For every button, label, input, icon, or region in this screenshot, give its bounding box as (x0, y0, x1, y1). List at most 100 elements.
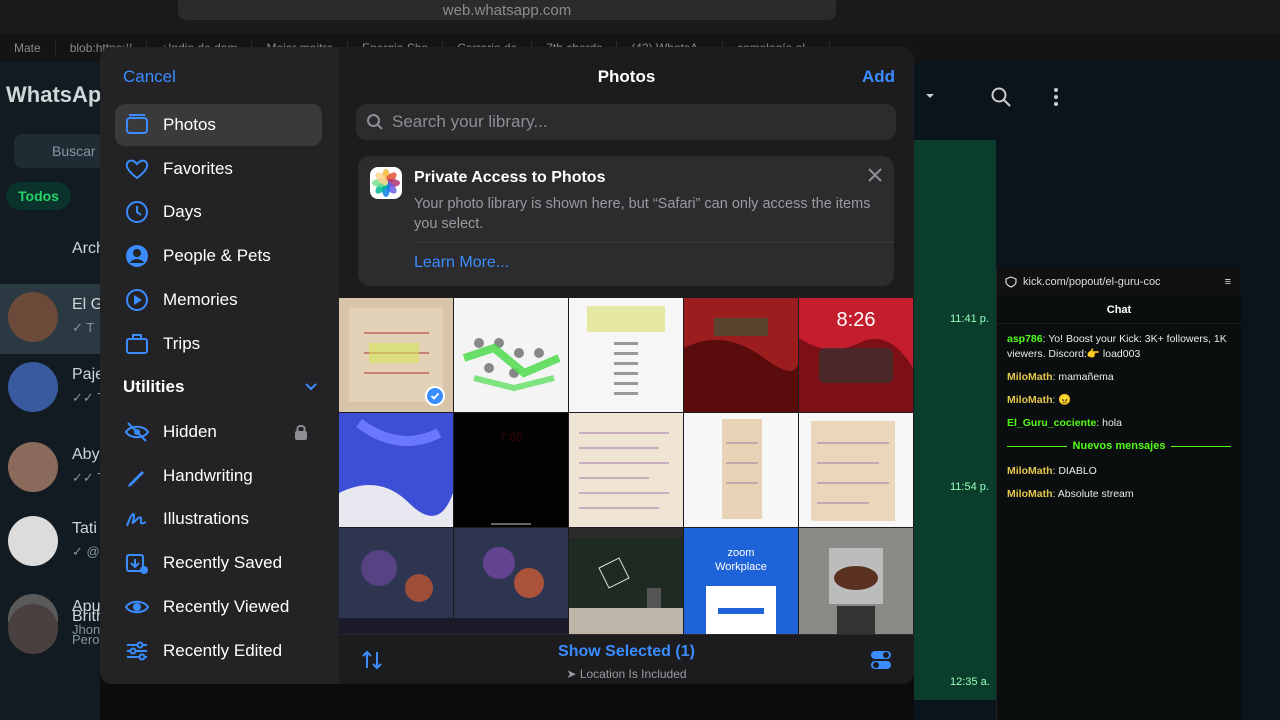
chevron-down-icon (305, 383, 317, 391)
photo-thumbnail[interactable] (684, 413, 798, 527)
sidebar-item-label: Recently Edited (163, 640, 283, 660)
shield-icon (1005, 276, 1017, 288)
sidebar-item-label: Memories (163, 289, 238, 309)
lock-icon (294, 424, 308, 440)
sidebar-item-recently-viewed[interactable]: Recently Viewed (115, 586, 322, 628)
selected-checkmark-icon (425, 386, 445, 406)
sidebar-item-label: Recently Viewed (163, 596, 290, 616)
whatsapp-search[interactable]: Buscar (14, 134, 104, 168)
sidebar-item-recently-edited[interactable]: Recently Edited (115, 630, 322, 672)
sidebar-item-people-pets[interactable]: People & Pets (115, 235, 322, 277)
chat-row[interactable]: Aby ✓✓ T (0, 434, 105, 504)
suitcase-icon (123, 330, 151, 358)
chat-username[interactable]: asp786 (1007, 333, 1043, 345)
avatar (8, 292, 58, 342)
search-icon[interactable] (990, 86, 1012, 108)
sidebar-item-illustrations[interactable]: Illustrations (115, 498, 322, 540)
photo-thumbnail[interactable] (569, 528, 683, 634)
kick-chat-title: Chat (997, 296, 1241, 324)
browser-tab[interactable]: Mate (0, 41, 56, 55)
sidebar-item-hidden[interactable]: Hidden (115, 411, 322, 453)
browser-toolbar: web.whatsapp.com (0, 0, 1280, 34)
chat-preview: ✓ T (72, 320, 95, 335)
photo-thumbnail[interactable] (799, 413, 913, 527)
clock-icon (123, 198, 151, 226)
sidebar-item-memories[interactable]: Memories (115, 279, 322, 321)
photo-thumbnail[interactable] (684, 298, 798, 412)
chat-message: MiloMath: mamañema (1007, 370, 1231, 385)
picker-bottom-bar: Show Selected (1) ➤ Location Is Included (339, 634, 914, 684)
chat-text: : mamañema (1052, 371, 1114, 383)
filter-all-chip[interactable]: Todos (6, 182, 71, 210)
photo-thumbnail[interactable]: zoom Workplace (684, 528, 798, 634)
utilities-header[interactable]: Utilities (123, 377, 318, 397)
menu-icon[interactable]: ≡ (1225, 276, 1241, 288)
kick-messages: asp786: Yo! Boost your Kick: 3K+ followe… (997, 324, 1241, 514)
photo-thumbnail[interactable] (339, 298, 453, 412)
chat-preview: ✓ @ (72, 544, 100, 559)
chat-row[interactable]: Paje ✓✓ T (0, 354, 105, 424)
memories-icon (123, 286, 151, 314)
pencil-icon (123, 462, 151, 490)
lockscreen-clock: 8:26 (837, 309, 876, 331)
location-text: Location Is Included (579, 667, 687, 681)
zoom-title: zoom (728, 547, 755, 559)
message-bubbles: 11:41 p. 11:54 p. 12:35 a. (914, 140, 996, 700)
more-options-icon[interactable] (1049, 86, 1063, 108)
sidebar-item-label: Illustrations (163, 509, 249, 529)
show-selected-button[interactable]: Show Selected (1) (339, 643, 914, 661)
photo-thumbnail[interactable] (454, 528, 568, 634)
search-input[interactable] (392, 112, 882, 132)
picker-sidebar: Cancel Photos Favorites Days People & Pets M… (100, 47, 339, 684)
photo-thumbnail[interactable]: 7:05 (454, 413, 568, 527)
cancel-button[interactable]: Cancel (123, 67, 176, 87)
sidebar-item-label: People & Pets (163, 246, 271, 266)
photos-picker-sheet: Cancel Photos Favorites Days People & Pets M… (100, 47, 914, 684)
photo-thumbnail[interactable] (799, 528, 913, 634)
options-toggle-icon[interactable] (869, 648, 893, 672)
learn-more-link[interactable]: Learn More... (414, 254, 509, 272)
sidebar-item-trips[interactable]: Trips (115, 323, 322, 365)
chat-username[interactable]: MiloMath (1007, 394, 1053, 406)
search-icon (367, 114, 383, 130)
message-time: 11:41 p. (950, 313, 989, 325)
eye-icon (123, 593, 151, 621)
avatar (8, 442, 58, 492)
sidebar-item-recently-saved[interactable]: Recently Saved (115, 542, 322, 584)
search-field[interactable] (356, 104, 896, 140)
message-time: 12:35 a. (950, 676, 990, 688)
photo-thumbnail[interactable] (569, 413, 683, 527)
new-messages-separator: Nuevos mensajes (1007, 439, 1231, 454)
close-icon[interactable] (866, 166, 884, 184)
svg-text:7:05: 7:05 (499, 430, 523, 444)
chevron-down-icon[interactable] (924, 90, 936, 102)
location-status: ➤ Location Is Included (566, 667, 687, 681)
sidebar-item-favorites[interactable]: Favorites (115, 148, 322, 190)
avatar (8, 604, 58, 654)
photo-thumbnail[interactable] (339, 413, 453, 527)
chat-text: : hola (1096, 417, 1122, 429)
photo-thumbnail[interactable] (339, 528, 453, 634)
sidebar-item-photos[interactable]: Photos (115, 104, 322, 146)
sidebar-item-label: Favorites (163, 158, 233, 178)
kick-address-bar[interactable]: kick.com/popout/el-guru-coc ≡ (997, 268, 1241, 296)
chat-row[interactable]: Tati ✓ @ (0, 508, 100, 578)
banner-title: Private Access to Photos (414, 169, 606, 186)
sidebar-item-days[interactable]: Days (115, 191, 322, 233)
sidebar-item-label: Days (163, 202, 202, 222)
chat-username[interactable]: El_Guru_cociente (1007, 417, 1096, 429)
photo-thumbnail[interactable] (569, 298, 683, 412)
chat-username[interactable]: MiloMath (1007, 371, 1053, 383)
picker-title: Photos (597, 67, 656, 86)
sidebar-item-handwriting[interactable]: Handwriting (115, 455, 322, 497)
photo-thumbnail[interactable] (454, 298, 568, 412)
chat-username[interactable]: MiloMath (1007, 465, 1053, 477)
photo-thumbnail[interactable]: 8:26 (799, 298, 913, 412)
scribble-icon (123, 505, 151, 533)
screen: web.whatsapp.com Mate blob:https:// ¿Ind… (0, 0, 1280, 720)
chat-row[interactable]: El G ✓ T (0, 284, 103, 354)
chat-username[interactable]: MiloMath (1007, 488, 1053, 500)
address-bar[interactable]: web.whatsapp.com (178, 0, 836, 20)
add-button[interactable]: Add (862, 67, 895, 87)
whatsapp-title: WhatsApp (6, 82, 115, 107)
